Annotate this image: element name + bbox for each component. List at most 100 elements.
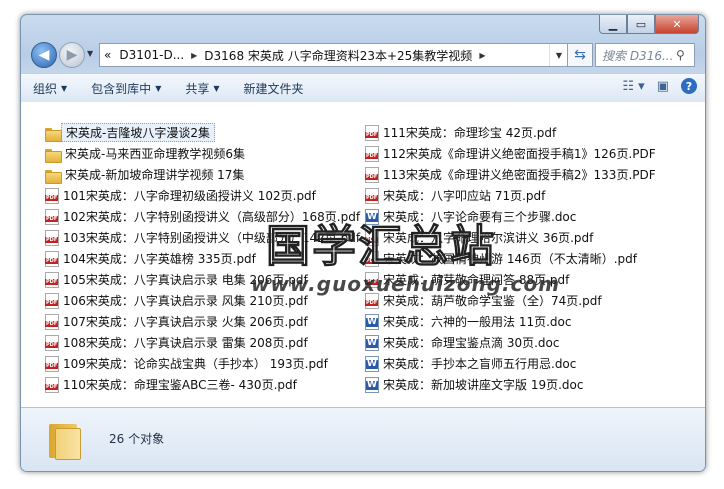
file-name: 103宋英成：八字特别函授讲义（中级部分）142页.pdf	[63, 231, 361, 245]
folder-item[interactable]: 宋英成-吉隆坡八字漫谈2集	[45, 122, 360, 143]
file-item[interactable]: 112宋英成《命理讲义绝密面授手稿1》126页.PDF	[365, 143, 656, 164]
file-item[interactable]: 111宋英成：命理珍宝 42页.pdf	[365, 122, 656, 143]
file-item[interactable]: 宋英成：八字论命要有三个步骤.doc	[365, 206, 656, 227]
file-name: 101宋英成：八字命理初级函授讲义 102页.pdf	[63, 189, 316, 203]
maximize-icon: ▭	[635, 17, 647, 31]
organize-menu[interactable]: 组织 ▼	[21, 80, 79, 97]
command-toolbar: 组织 ▼ 包含到库中 ▼ 共享 ▼ 新建文件夹 ☷ ▾ ▣ ?	[21, 73, 705, 103]
file-item[interactable]: 宋英成：萌芽敬命理问答 88页.pdf	[365, 269, 656, 290]
file-name: 107宋英成：八字真诀启示录 火集 206页.pdf	[63, 315, 308, 329]
caret-down-icon: ▼	[213, 83, 220, 93]
file-name: 宋英成：葫芦敬命学宝鉴（全）74页.pdf	[383, 294, 602, 308]
word-doc-icon	[365, 313, 379, 330]
word-doc-icon	[365, 355, 379, 372]
explorer-window: ▁ ▭ ✕ ◀ ▶ ▼ « D3101-D... ▶ D3168 宋英成 八字命…	[20, 14, 706, 472]
pdf-file-icon	[365, 166, 379, 183]
file-name: 111宋英成：命理珍宝 42页.pdf	[383, 126, 557, 140]
pdf-file-icon	[365, 292, 379, 309]
arrow-left-icon: ◀	[38, 47, 50, 63]
address-dropdown-icon[interactable]: ▼	[549, 44, 568, 66]
file-name: 宋英成-马来西亚命理教学视频6集	[65, 147, 245, 161]
breadcrumb-segment[interactable]: D3101-D...	[115, 48, 188, 62]
search-icon[interactable]: ⚲	[676, 48, 694, 62]
file-item[interactable]: 106宋英成：八字真诀启示录 风集 210页.pdf	[45, 290, 360, 311]
arrow-right-icon: ▶	[66, 47, 78, 63]
file-item[interactable]: 宋英成：葫芦敬命学宝鉴（全）74页.pdf	[365, 290, 656, 311]
file-item[interactable]: 101宋英成：八字命理初级函授讲义 102页.pdf	[45, 185, 360, 206]
preview-pane-icon[interactable]: ▣	[657, 79, 669, 94]
view-options-icon[interactable]: ☷ ▾	[622, 79, 644, 94]
pdf-file-icon	[45, 187, 59, 204]
search-box[interactable]: 搜索 D316... ⚲	[595, 43, 695, 67]
file-name: 宋英成：故国情神州游 146页（不太清晰）.pdf	[383, 252, 637, 266]
forward-button[interactable]: ▶	[59, 42, 85, 68]
file-name: 宋英成：命理宝鉴点滴 30页.doc	[383, 336, 560, 350]
breadcrumb-overflow[interactable]: «	[100, 48, 115, 62]
file-item[interactable]: 宋英成：故国情神州游 146页（不太清晰）.pdf	[365, 248, 656, 269]
folder-item[interactable]: 宋英成-马来西亚命理教学视频6集	[45, 143, 360, 164]
chevron-right-icon[interactable]: ▶	[188, 51, 200, 60]
refresh-icon: ⇆	[574, 47, 586, 63]
close-button[interactable]: ✕	[655, 15, 699, 34]
include-in-library-menu[interactable]: 包含到库中 ▼	[79, 80, 173, 97]
back-button[interactable]: ◀	[31, 42, 57, 68]
file-item[interactable]: 109宋英成：论命实战宝典（手抄本） 193页.pdf	[45, 353, 360, 374]
chevron-right-icon[interactable]: ▶	[476, 51, 488, 60]
recent-pages-dropdown[interactable]: ▼	[87, 49, 93, 58]
file-name: 113宋英成《命理讲义绝密面授手稿2》133页.PDF	[383, 168, 656, 182]
file-column-left: 宋英成-吉隆坡八字漫谈2集宋英成-马来西亚命理教学视频6集 宋英成-新加坡命理讲学…	[45, 122, 360, 395]
file-item[interactable]: 107宋英成：八字真诀启示录 火集 206页.pdf	[45, 311, 360, 332]
details-pane: 26 个对象	[21, 407, 705, 471]
file-item[interactable]: 104宋英成：八字英雄榜 335页.pdf	[45, 248, 360, 269]
folder-large-icon	[47, 422, 83, 460]
word-doc-icon	[365, 334, 379, 351]
pdf-file-icon	[45, 334, 59, 351]
minimize-icon: ▁	[608, 17, 618, 31]
folder-item[interactable]: 宋英成-新加坡命理讲学视频 17集	[45, 164, 360, 185]
file-item[interactable]: 宋英成：八字命理哈尔滨讲义 36页.pdf	[365, 227, 656, 248]
file-item[interactable]: 宋英成：命理宝鉴点滴 30页.doc	[365, 332, 656, 353]
word-doc-icon	[365, 208, 379, 225]
refresh-button[interactable]: ⇆	[567, 43, 593, 67]
file-name: 宋英成：八字论命要有三个步骤.doc	[383, 210, 577, 224]
file-name: 宋英成-新加坡命理讲学视频 17集	[65, 168, 245, 182]
address-bar[interactable]: « D3101-D... ▶ D3168 宋英成 八字命理资料23本+25集教学…	[99, 43, 569, 67]
folder-icon	[45, 148, 62, 163]
new-folder-button[interactable]: 新建文件夹	[232, 80, 316, 97]
file-column-right: 111宋英成：命理珍宝 42页.pdf 112宋英成《命理讲义绝密面授手稿1》12…	[365, 122, 656, 395]
file-item[interactable]: 102宋英成：八字特别函授讲义（高级部分）168页.pdf	[45, 206, 360, 227]
file-name: 宋英成：新加坡讲座文字版 19页.doc	[383, 378, 584, 392]
new-folder-label: 新建文件夹	[243, 81, 304, 96]
caret-down-icon: ▼	[61, 83, 68, 93]
file-name: 宋英成-吉隆坡八字漫谈2集	[61, 123, 215, 142]
pdf-file-icon	[365, 271, 379, 288]
file-name: 宋英成：八字命理哈尔滨讲义 36页.pdf	[383, 231, 594, 245]
folder-icon	[45, 169, 62, 184]
toolbar-right-group: ☷ ▾ ▣ ?	[622, 78, 697, 94]
share-menu[interactable]: 共享 ▼	[173, 80, 231, 97]
file-item[interactable]: 宋英成：手抄本之盲师五行用忌.doc	[365, 353, 656, 374]
pdf-file-icon	[45, 292, 59, 309]
search-input[interactable]: 搜索 D316...	[596, 47, 676, 64]
pdf-file-icon	[45, 229, 59, 246]
file-item[interactable]: 宋英成：新加坡讲座文字版 19页.doc	[365, 374, 656, 395]
file-item[interactable]: 108宋英成：八字真诀启示录 雷集 208页.pdf	[45, 332, 360, 353]
word-doc-icon	[365, 376, 379, 393]
breadcrumb-segment[interactable]: D3168 宋英成 八字命理资料23本+25集教学视频	[200, 47, 476, 64]
pdf-file-icon	[45, 271, 59, 288]
help-icon[interactable]: ?	[681, 78, 697, 94]
caret-down-icon: ▼	[155, 83, 162, 93]
file-name: 102宋英成：八字特别函授讲义（高级部分）168页.pdf	[63, 210, 361, 224]
minimize-button[interactable]: ▁	[599, 15, 627, 34]
window-caption-buttons: ▁ ▭ ✕	[599, 15, 699, 35]
pdf-file-icon	[45, 355, 59, 372]
include-in-library-label: 包含到库中	[91, 81, 152, 96]
maximize-button[interactable]: ▭	[627, 15, 655, 34]
pdf-file-icon	[45, 376, 59, 393]
file-item[interactable]: 113宋英成《命理讲义绝密面授手稿2》133页.PDF	[365, 164, 656, 185]
file-item[interactable]: 103宋英成：八字特别函授讲义（中级部分）142页.pdf	[45, 227, 360, 248]
file-item[interactable]: 宋英成：八字叩应站 71页.pdf	[365, 185, 656, 206]
file-item[interactable]: 宋英成：六神的一般用法 11页.doc	[365, 311, 656, 332]
file-item[interactable]: 110宋英成：命理宝鉴ABC三卷- 430页.pdf	[45, 374, 360, 395]
file-item[interactable]: 105宋英成：八字真诀启示录 电集 206页.pdf	[45, 269, 360, 290]
